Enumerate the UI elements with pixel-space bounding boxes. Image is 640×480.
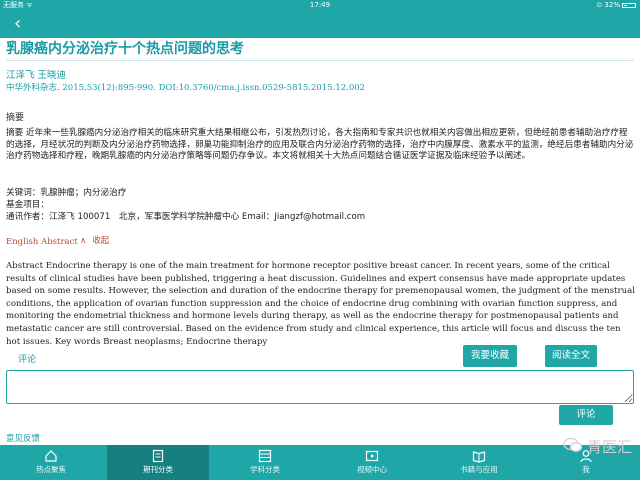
article-citation: 中华外科杂志. 2015,53(12):895-990. DOI:10.3760… [6, 83, 366, 93]
journal-icon [151, 449, 165, 463]
fund-line: 基金项目： [6, 200, 49, 210]
tab-video-center[interactable]: 视频中心 [321, 445, 423, 480]
tab-label: 期刊分类 [143, 465, 173, 474]
collapse-label: 收起 [92, 236, 110, 246]
home-icon [44, 449, 58, 463]
english-abstract-label[interactable]: English Abstract [6, 237, 78, 248]
tab-label: 视频中心 [357, 465, 387, 474]
tab-books-apps[interactable]: 书籍与应用 [428, 445, 530, 480]
tab-bar: 热点聚焦 期刊分类 学科分类 视频中心 书籍与应用 我 [0, 445, 640, 480]
back-chevron-icon[interactable]: ‹ [14, 14, 21, 34]
contact-line: 通讯作者：江泽飞 100071 北京，军事医学科学院肿瘤中心 Email：Jia… [6, 212, 366, 222]
keywords-line: 关键词：乳腺肿瘤；内分泌治疗 [6, 188, 127, 198]
comment-input[interactable] [6, 370, 634, 404]
collapse-toggle[interactable]: ∧ 收起 [80, 236, 109, 247]
article-authors[interactable]: 江泽飞 王晓迪 [6, 70, 66, 82]
grid-icon [258, 449, 272, 463]
tab-label: 我 [582, 465, 590, 474]
tab-label: 学科分类 [250, 465, 280, 474]
battery-status: ⊙ 32% [596, 0, 636, 10]
submit-comment-button[interactable]: 评论 [559, 405, 613, 425]
comment-label: 评论 [18, 355, 37, 365]
feedback-link[interactable]: 意见反馈 [6, 432, 40, 444]
video-icon [365, 449, 379, 463]
tab-label: 书籍与应用 [460, 465, 498, 474]
clock: 17:49 [309, 1, 331, 9]
status-bar: 无服务 ᯤ 17:49 ⊙ 32% [0, 0, 640, 10]
navigation-bar: ‹ [0, 10, 640, 38]
watermark: 青医汇 [563, 435, 632, 459]
abstract-text: 摘要 近年来一些乳腺癌内分泌治疗相关的临床研究重大结果相继公布，引发热烈讨论，各… [6, 128, 634, 161]
tab-label: 热点聚焦 [36, 465, 66, 474]
tab-subject-category[interactable]: 学科分类 [214, 445, 316, 480]
book-icon [472, 449, 486, 463]
article-title: 乳腺癌内分泌治疗十个热点问题的思考 [6, 41, 244, 57]
title-divider [6, 60, 634, 61]
chevron-up-icon: ∧ [80, 236, 87, 246]
watermark-text: 青医汇 [586, 438, 632, 456]
wechat-icon [563, 436, 583, 460]
english-abstract-text: Abstract Endocrine therapy is one of the… [6, 261, 636, 347]
tab-hot-topics[interactable]: 热点聚焦 [0, 445, 102, 480]
abstract-heading: 摘要 [6, 113, 25, 123]
read-fulltext-button[interactable]: 阅读全文 [545, 345, 597, 367]
collect-button[interactable]: 我要收藏 [463, 345, 517, 367]
tab-journal-category[interactable]: 期刊分类 [107, 445, 209, 480]
battery-icon [622, 2, 636, 8]
